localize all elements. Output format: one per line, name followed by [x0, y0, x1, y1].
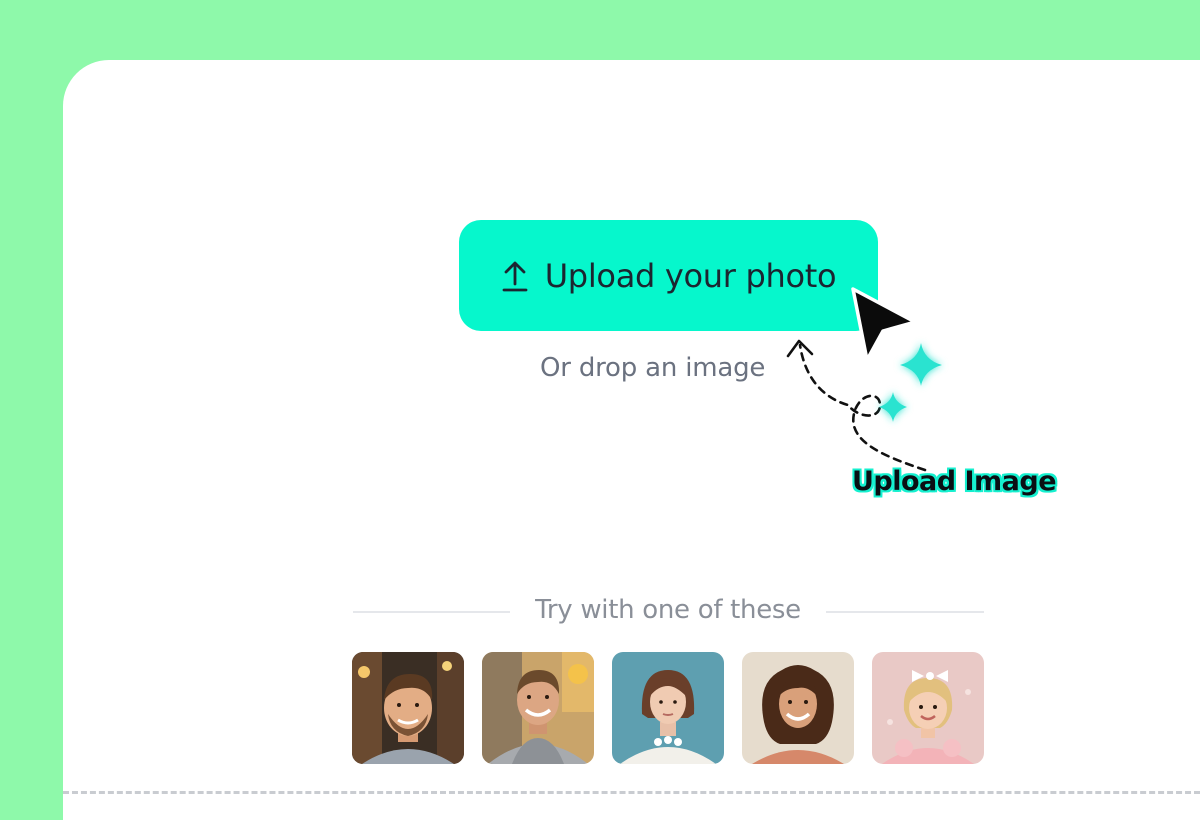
sparkle-icon: [879, 343, 942, 422]
samples-heading: Try with one of these: [535, 595, 801, 625]
dashed-arrow-icon: [786, 339, 927, 472]
sample-photo-2[interactable]: [482, 652, 594, 764]
sample-photo-3[interactable]: [612, 652, 724, 764]
upload-image-annotation: Upload Image: [852, 466, 1057, 497]
sample-photos-list: [352, 652, 984, 764]
divider-right: [826, 611, 984, 613]
sample-photo-4[interactable]: [742, 652, 854, 764]
cursor-pointer-icon: [851, 287, 917, 362]
divider-left: [353, 611, 510, 613]
sample-photo-5[interactable]: [872, 652, 984, 764]
sample-photo-1[interactable]: [352, 652, 464, 764]
dropzone-dashed-border: [63, 791, 1200, 794]
